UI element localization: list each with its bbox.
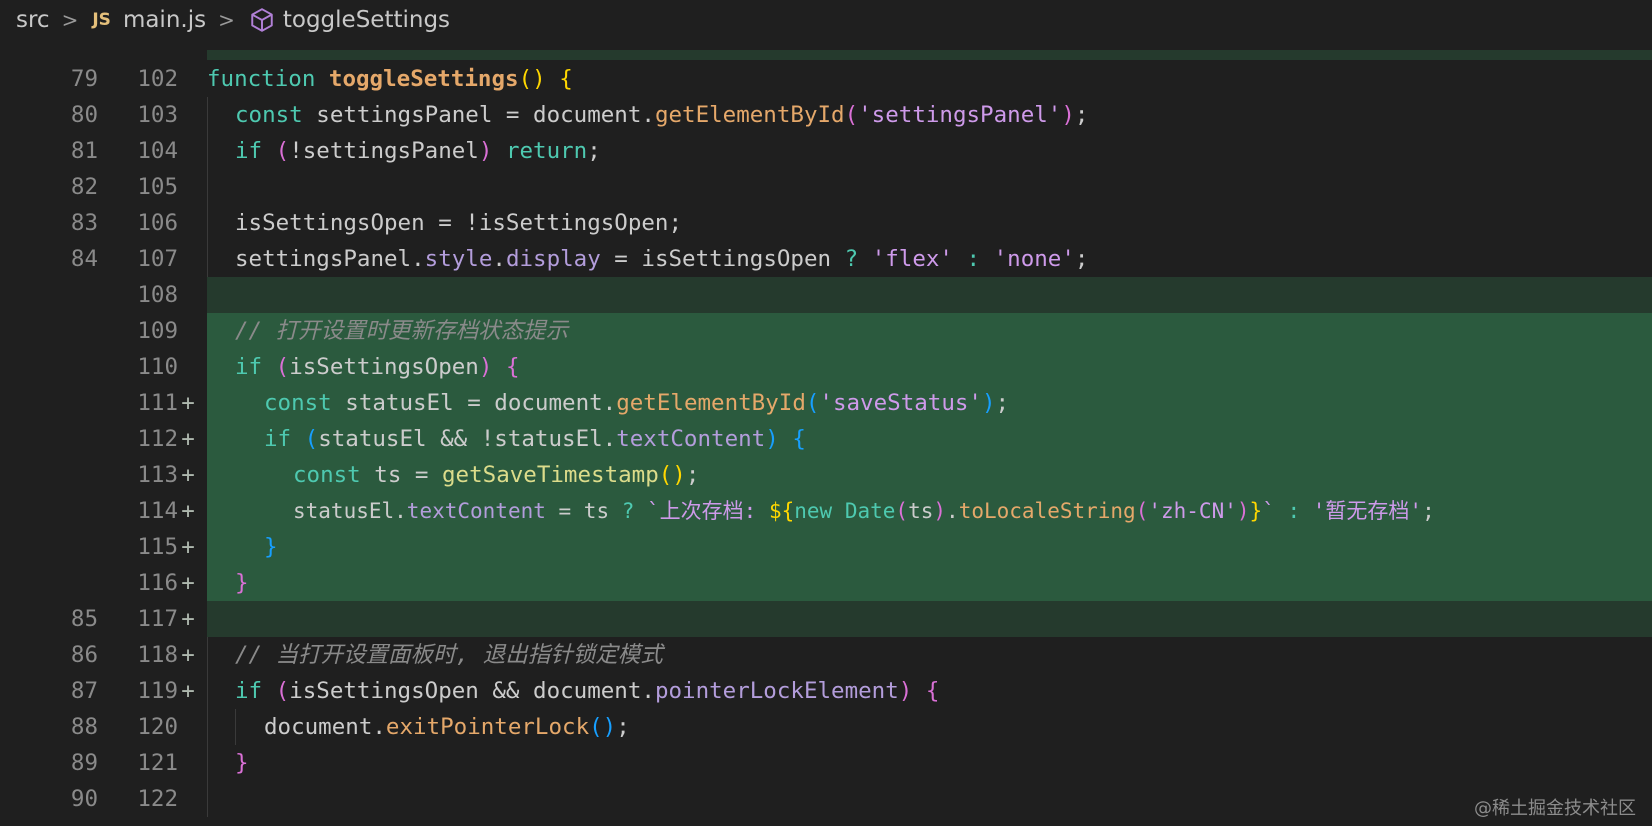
old-line-number: 82 [70,174,98,200]
indent-guide [207,637,208,673]
code-content: } [235,750,249,776]
new-line-number: 111 [137,390,178,416]
code-content: isSettingsOpen = !isSettingsOpen; [235,210,683,236]
old-line-number: 88 [70,714,98,740]
breadcrumb-file[interactable]: main.js [123,7,206,33]
code-content: if (isSettingsOpen) { [235,354,520,380]
code-content: statusEl.textContent = ts ? `上次存档: ${new… [293,499,1435,523]
old-line-number: 87 [70,678,98,704]
new-line-number: 106 [137,210,178,236]
chevron-right-icon: > [218,8,235,32]
code-line[interactable]: 89 121 } [0,745,1652,781]
code-content: const ts = getSaveTimestamp(); [293,462,700,488]
old-line-number: 90 [70,786,98,812]
code-content: } [235,570,249,596]
code-content: if (!settingsPanel) return; [235,138,601,164]
added-line[interactable]: 113 + const ts = getSaveTimestamp(); [0,457,1652,596]
added-line[interactable]: 109 + // 打开设置时更新存档状态提示 [0,313,1652,452]
new-line-number: 110 [137,354,178,380]
added-line[interactable]: 116 + } [0,565,1652,704]
new-line-number: 102 [137,66,178,92]
new-line-number: 116 [137,570,178,596]
new-line-number: 103 [137,102,178,128]
code-line[interactable]: 80 103 const settingsPanel = document.ge… [0,97,1652,133]
old-line-number: 80 [70,102,98,128]
code-content: } [264,534,278,560]
new-line-number: 119 [137,678,178,704]
code-line[interactable]: 82 105 [0,169,1652,205]
code-line[interactable]: 86 118 // 当打开设置面板时, 退出指针锁定模式 [0,637,1652,673]
code-content: settingsPanel.style.display = isSettings… [235,246,1089,272]
breadcrumb: src > JS main.js > toggleSettings [0,0,1652,40]
new-line-number: 120 [137,714,178,740]
new-line-number: 108 [137,282,178,308]
new-line-number: 113 [137,462,178,488]
indent-guide [207,133,208,169]
new-line-number: 109 [137,318,178,344]
new-line-number: 104 [137,138,178,164]
old-line-number: 86 [70,642,98,668]
indent-guide [207,673,208,709]
code-line[interactable]: 88 120 document.exitPointerLock(); [0,709,1652,745]
new-line-number: 115 [137,534,178,560]
added-line[interactable]: 114 + statusEl.textContent = ts ? `上次存档:… [0,493,1652,632]
code-line[interactable]: 84 107 settingsPanel.style.display = isS… [0,241,1652,277]
new-line-number: 117 [137,606,178,632]
code-line[interactable]: 87 119 if (isSettingsOpen && document.po… [0,673,1652,709]
new-line-number: 122 [137,786,178,812]
new-line-number: 105 [137,174,178,200]
code-content: document.exitPointerLock(); [264,714,630,740]
indent-guide [207,709,208,745]
new-line-number: 118 [137,642,178,668]
code-content: const statusEl = document.getElementById… [264,390,1010,416]
code-content: function toggleSettings() { [207,66,573,92]
old-line-number: 81 [70,138,98,164]
indent-guide [207,241,208,277]
breadcrumb-folder[interactable]: src [16,7,50,33]
new-line-number: 112 [137,426,178,452]
added-line[interactable]: 111 + const statusEl = document.getEleme… [0,385,1652,524]
new-line-number: 114 [137,498,178,524]
indent-guide [207,205,208,241]
indent-guide [207,745,208,781]
code-content: const settingsPanel = document.getElemen… [235,102,1089,128]
added-line[interactable]: 112 + if (statusEl && !statusEl.textCont… [0,421,1652,560]
code-comment: // 打开设置时更新存档状态提示 [235,318,569,344]
indent-guide [207,97,208,133]
symbol-method-icon [251,8,273,32]
code-line[interactable]: 81 104 if (!settingsPanel) return; [0,133,1652,169]
old-line-number: 84 [70,246,98,272]
watermark: @稀土掘金技术社区 [1474,798,1636,819]
code-content: if (isSettingsOpen && document.pointerLo… [235,678,940,704]
breadcrumb-symbol[interactable]: toggleSettings [283,7,450,33]
code-content: if (statusEl && !statusEl.textContent) { [264,426,806,452]
chevron-right-icon: > [61,8,79,32]
old-line-number: 85 [70,606,98,632]
added-line[interactable]: 108 + [0,277,1652,416]
added-line[interactable]: 110 + if (isSettingsOpen) { [0,349,1652,488]
indent-guide [207,781,208,817]
old-line-number: 89 [70,750,98,776]
old-line-number: 79 [70,66,98,92]
code-line[interactable]: 90 122 [0,781,1652,817]
indent-guide [207,169,208,205]
new-line-number: 121 [137,750,178,776]
code-line[interactable]: 85 117 [0,601,1652,637]
added-line[interactable]: 115 + } [0,529,1652,668]
code-line[interactable]: 83 106 isSettingsOpen = !isSettingsOpen; [0,205,1652,241]
old-line-number: 83 [70,210,98,236]
js-file-icon: JS [92,10,111,30]
code-editor[interactable]: 79 102 function toggleSettings() { 80 10… [0,50,1652,826]
new-line-number: 107 [137,246,178,272]
code-comment: // 当打开设置面板时, 退出指针锁定模式 [235,642,663,668]
indent-guide [235,709,236,745]
code-line[interactable]: 79 102 function toggleSettings() { [0,61,1652,97]
